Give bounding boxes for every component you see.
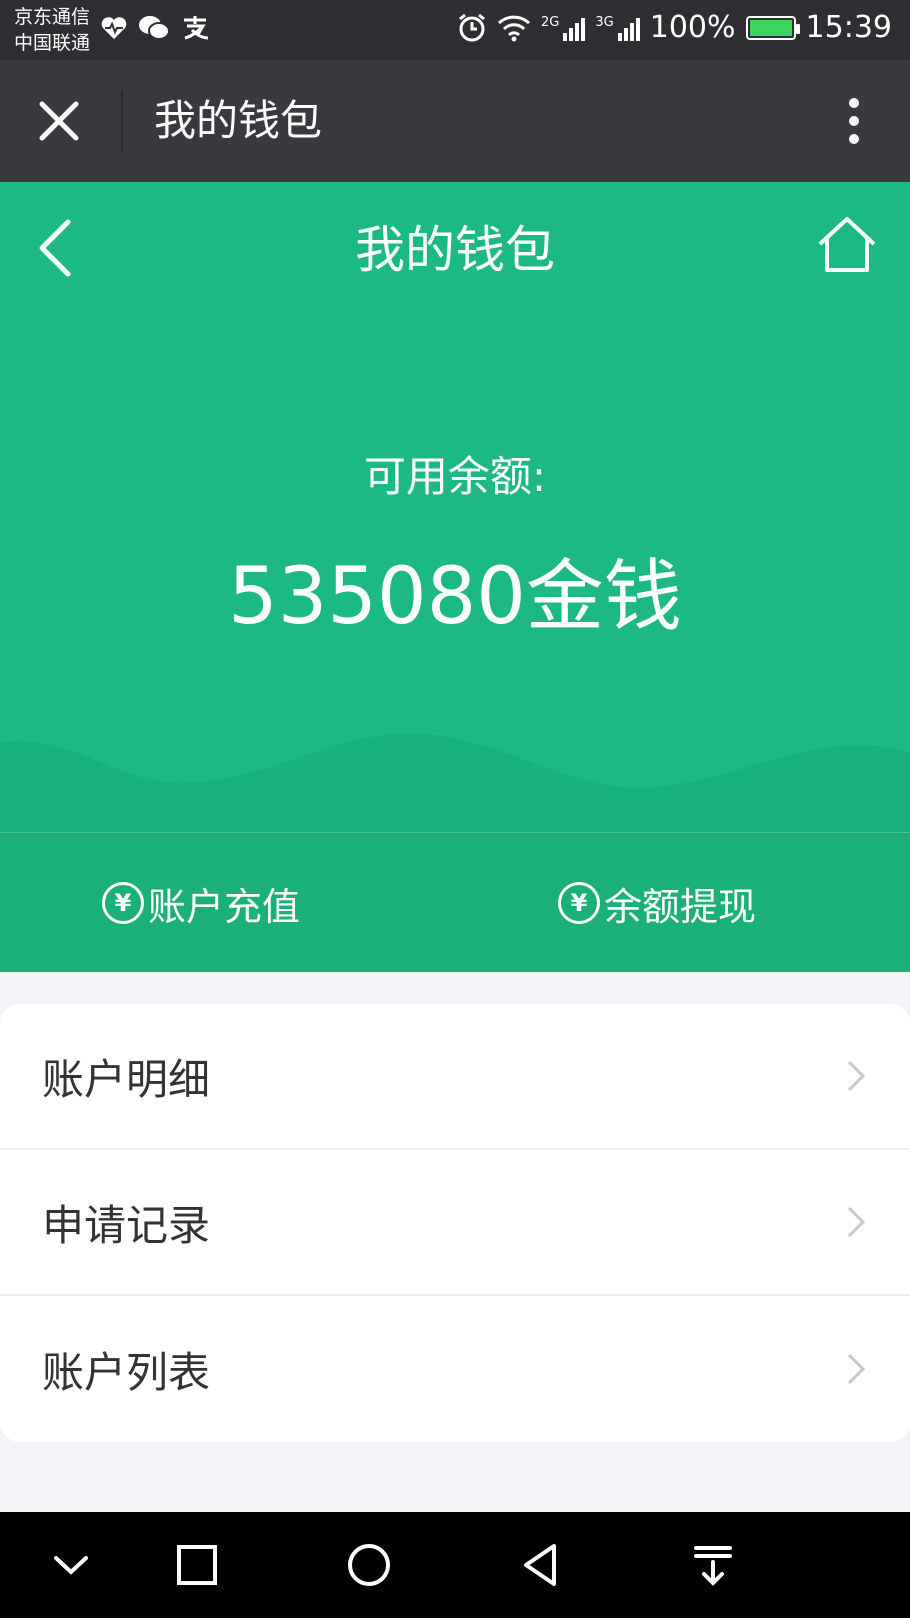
menu-item-account-list[interactable]: 账户列表 xyxy=(0,1296,910,1442)
carrier-info: 京东通信 中国联通 xyxy=(14,4,90,56)
notification-icons xyxy=(100,14,210,42)
chevron-right-icon xyxy=(847,1206,866,1238)
alipay-icon xyxy=(184,16,209,40)
back-triangle-icon[interactable] xyxy=(514,1538,568,1592)
close-icon[interactable] xyxy=(36,98,82,144)
carrier-name-1: 京东通信 xyxy=(14,6,91,28)
battery-icon xyxy=(745,15,800,40)
alarm-icon xyxy=(459,13,485,41)
system-icons: 2G 3G 100% 15:39 xyxy=(457,10,892,45)
status-bar: 京东通信 中国联通 2G 3G 100% 15:39 xyxy=(0,0,910,60)
chevron-right-icon xyxy=(847,1060,866,1092)
pull-down-notifications-icon[interactable] xyxy=(686,1538,740,1592)
wallet-actions: ¥ 账户充值 ¥ 余额提现 xyxy=(0,832,910,972)
list-item-label: 账户明细 xyxy=(42,1054,211,1104)
signal-2g-icon: 2G xyxy=(541,15,586,41)
recharge-button[interactable]: ¥ 账户充值 xyxy=(102,833,300,972)
yen-circle-icon: ¥ xyxy=(558,882,600,924)
wifi-icon xyxy=(498,15,531,41)
withdraw-button[interactable]: ¥ 余额提现 xyxy=(558,833,756,972)
wechat-icon xyxy=(139,16,170,40)
battery-percent: 100% xyxy=(649,10,736,45)
carrier-name-2: 中国联通 xyxy=(14,32,91,54)
home-circle-icon[interactable] xyxy=(342,1538,396,1592)
wechat-page-title: 我的钱包 xyxy=(154,96,323,145)
more-vertical-icon[interactable] xyxy=(848,98,860,148)
yen-circle-icon: ¥ xyxy=(102,882,144,924)
wallet-header: 我的钱包 可用余额: 535080金钱 ¥ 账户充值 ¥ 余额提现 xyxy=(0,182,910,972)
hero-nav: 我的钱包 xyxy=(0,182,910,312)
wallet-menu-list: 账户明细 申请记录 账户列表 xyxy=(0,1004,910,1442)
chevron-down-icon[interactable] xyxy=(44,1538,98,1592)
wave-decoration xyxy=(0,733,910,832)
clock-time: 15:39 xyxy=(805,10,892,45)
chevron-right-icon xyxy=(847,1353,866,1385)
balance-value: 535080金钱 xyxy=(228,552,682,642)
system-nav-bar xyxy=(0,1512,910,1618)
list-item-label: 账户列表 xyxy=(42,1347,211,1397)
withdraw-label: 余额提现 xyxy=(604,884,757,929)
list-item-label: 申请记录 xyxy=(42,1200,211,1250)
home-icon[interactable] xyxy=(816,214,878,276)
divider xyxy=(121,90,123,152)
signal-3g-icon: 3G xyxy=(595,15,640,41)
health-heart-icon xyxy=(101,17,127,39)
recharge-label: 账户充值 xyxy=(148,884,301,929)
menu-item-application-records[interactable]: 申请记录 xyxy=(0,1150,910,1296)
recent-apps-icon[interactable] xyxy=(170,1538,224,1592)
menu-item-account-details[interactable]: 账户明细 xyxy=(0,1004,910,1150)
page-title: 我的钱包 xyxy=(355,221,555,279)
wechat-title-bar: 我的钱包 xyxy=(0,60,910,182)
balance-label: 可用余额: xyxy=(363,452,547,501)
